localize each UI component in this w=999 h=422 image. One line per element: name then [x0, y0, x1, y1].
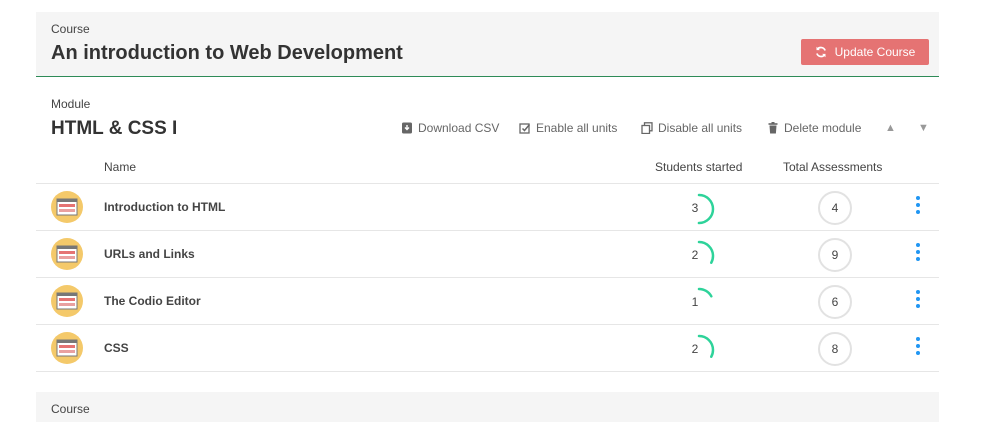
unit-avatar: [51, 191, 83, 223]
students-started-count: 1: [691, 295, 699, 309]
download-csv-button[interactable]: Download CSV: [401, 121, 499, 135]
course-title: An introduction to Web Development: [51, 42, 403, 64]
kebab-menu-icon[interactable]: [913, 337, 923, 359]
module-label: Module: [51, 97, 91, 111]
students-started-count: 2: [691, 342, 699, 356]
students-started-indicator: 2: [681, 332, 717, 368]
unit-name[interactable]: Introduction to HTML: [104, 200, 225, 214]
unit-avatar: [51, 238, 83, 270]
unit-name[interactable]: The Codio Editor: [104, 294, 201, 308]
trash-icon: [768, 122, 778, 134]
kebab-menu-icon[interactable]: [913, 243, 923, 265]
copy-icon: [641, 122, 653, 134]
enable-all-units-label: Enable all units: [536, 121, 618, 135]
unit-avatar: [51, 285, 83, 317]
total-assessments-count: 6: [818, 285, 852, 319]
students-started-indicator: 2: [681, 238, 717, 274]
update-course-button[interactable]: Update Course: [801, 39, 929, 65]
students-started-indicator: 3: [681, 191, 717, 227]
column-header-students-started: Students started: [655, 160, 743, 174]
table-row[interactable]: URLs and Links 2 9: [36, 230, 939, 277]
kebab-menu-icon[interactable]: [913, 196, 923, 218]
table-row[interactable]: CSS 2 8: [36, 324, 939, 372]
enable-all-units-button[interactable]: Enable all units: [519, 121, 617, 135]
column-header-total-assessments: Total Assessments: [783, 160, 883, 174]
disable-all-units-label: Disable all units: [658, 121, 743, 135]
download-csv-label: Download CSV: [418, 121, 500, 135]
course-label: Course: [51, 22, 90, 36]
update-course-label: Update Course: [834, 45, 916, 59]
arrow-up-icon[interactable]: ▲: [885, 122, 896, 134]
delete-module-label: Delete module: [784, 121, 862, 135]
total-assessments-count: 4: [818, 191, 852, 225]
total-assessments-count: 8: [818, 332, 852, 366]
total-assessments-count: 9: [818, 238, 852, 272]
course-header: Course An introduction to Web Developmen…: [36, 12, 939, 77]
delete-module-button[interactable]: Delete module: [767, 121, 861, 135]
download-icon: [402, 122, 412, 134]
next-course-label: Course: [51, 402, 90, 416]
arrow-down-icon[interactable]: ▼: [918, 122, 929, 134]
unit-name[interactable]: CSS: [104, 341, 129, 355]
disable-all-units-button[interactable]: Disable all units: [641, 121, 742, 135]
checklist-icon: [519, 123, 531, 134]
students-started-count: 3: [691, 201, 699, 215]
table-row[interactable]: Introduction to HTML 3 4: [36, 183, 939, 230]
unit-avatar: [51, 332, 83, 364]
module-toolbar: Download CSV Enable all units Disable al…: [0, 121, 999, 137]
unit-name[interactable]: URLs and Links: [104, 247, 195, 261]
table-row[interactable]: The Codio Editor 1 6: [36, 277, 939, 324]
students-started-indicator: 1: [681, 285, 717, 321]
students-started-count: 2: [691, 248, 699, 262]
kebab-menu-icon[interactable]: [913, 290, 923, 312]
next-course-header: Course: [36, 392, 939, 422]
refresh-icon: [815, 46, 826, 58]
column-header-name: Name: [104, 160, 137, 174]
